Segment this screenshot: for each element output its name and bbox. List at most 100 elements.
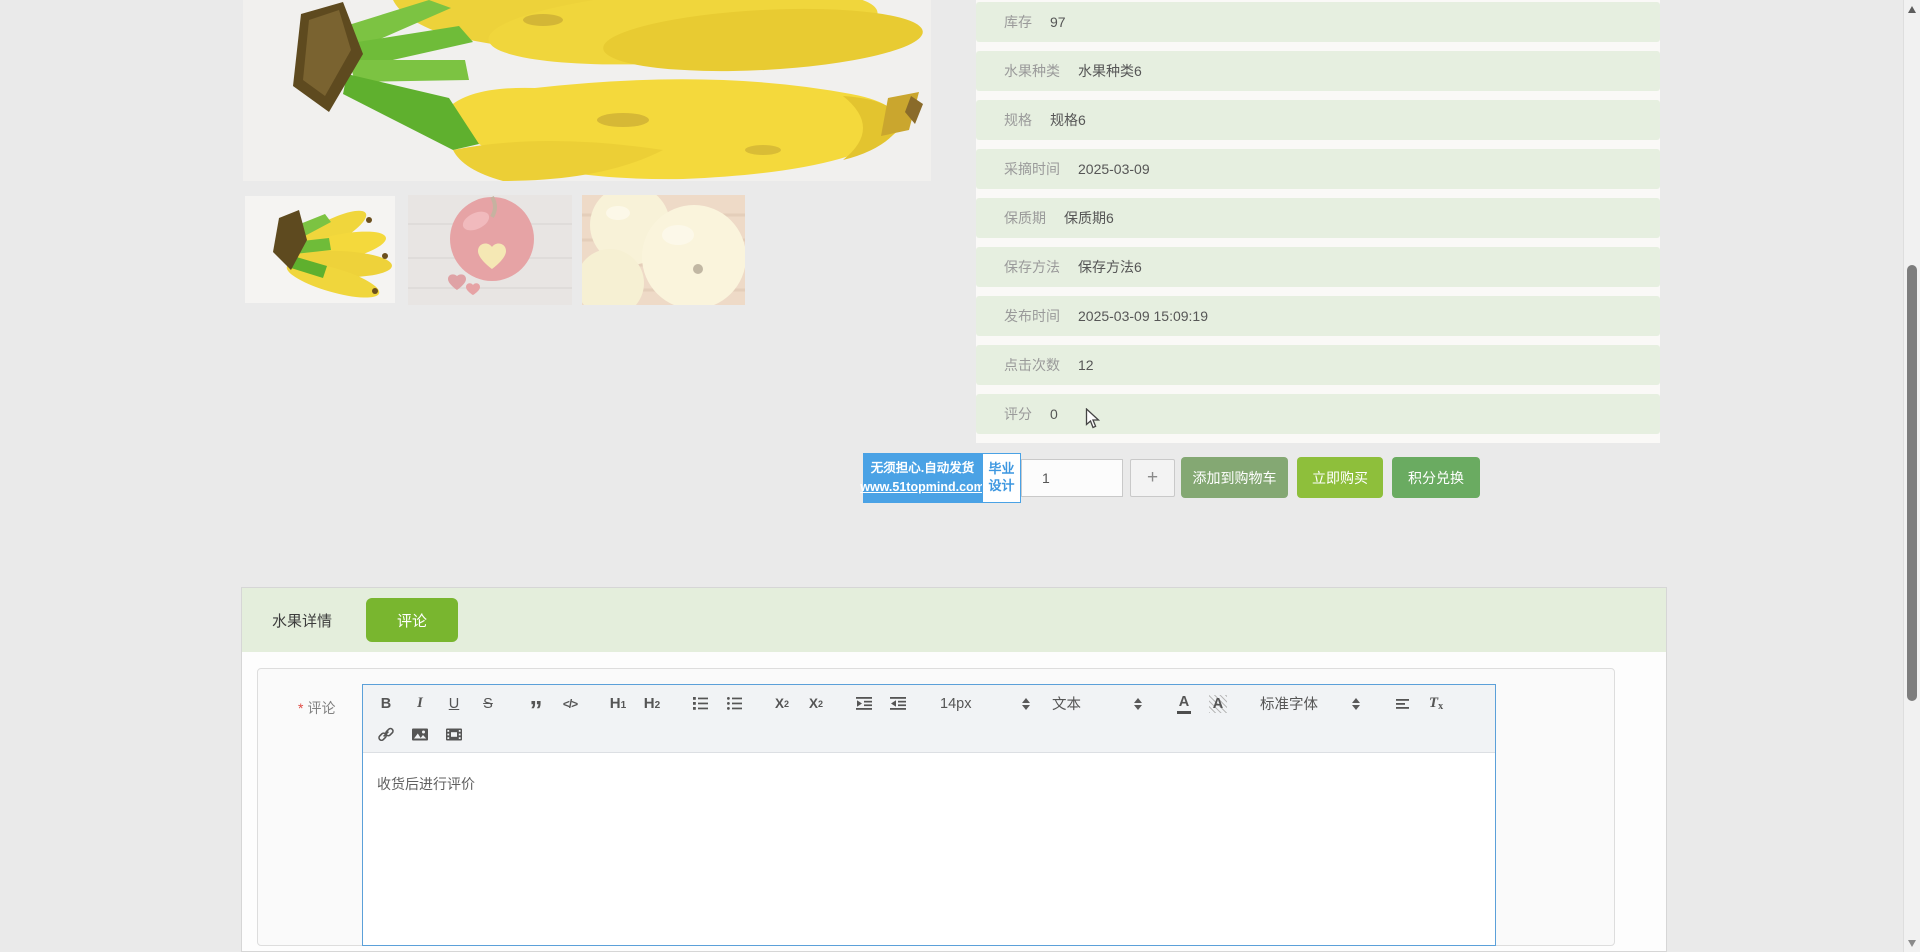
font-color-button[interactable]: A <box>1169 690 1199 717</box>
editor-content-area[interactable]: 收货后进行评价 <box>363 753 1495 948</box>
comment-field-label: *评论 <box>298 698 335 718</box>
text-type-value: 文本 <box>1052 693 1081 714</box>
align-button[interactable] <box>1387 690 1417 717</box>
product-info-table: 库存 97 水果种类 水果种类6 规格 规格6 采摘时间 2025-03-09 … <box>976 0 1660 443</box>
video-icon <box>445 726 463 743</box>
info-value: 2025-03-09 <box>1078 161 1150 177</box>
info-value: 保质期6 <box>1064 208 1114 228</box>
text-type-select[interactable]: 文本 <box>1043 690 1151 717</box>
subscript-button[interactable]: X2 <box>767 690 797 717</box>
info-row-spec: 规格 规格6 <box>976 100 1660 140</box>
info-value: 97 <box>1050 14 1066 30</box>
watermark-banner-link[interactable]: 无须担心.自动发货 www.51topmind.com 毕业 设计 <box>863 453 1021 503</box>
info-row-fruit-type: 水果种类 水果种类6 <box>976 51 1660 91</box>
code-button[interactable]: </> <box>555 690 585 717</box>
font-size-select[interactable]: 14px <box>931 690 1039 717</box>
info-label: 评分 <box>1004 404 1032 424</box>
updown-arrows-icon <box>1352 698 1360 710</box>
watermark-badge: 毕业 设计 <box>982 453 1021 503</box>
tab-comment[interactable]: 评论 <box>366 598 458 642</box>
heading1-button[interactable]: H1 <box>603 690 633 717</box>
color-bar <box>1177 711 1191 714</box>
watermark-line1: 无须担心.自动发货 <box>871 459 974 478</box>
h-letter: H <box>610 695 621 712</box>
info-label: 保存方法 <box>1004 257 1060 277</box>
info-row-rating: 评分 0 <box>976 394 1660 434</box>
align-icon <box>1394 695 1411 712</box>
info-row-pick-date: 采摘时间 2025-03-09 <box>976 149 1660 189</box>
vertical-scrollbar <box>1903 0 1920 952</box>
indent-button[interactable] <box>883 690 913 717</box>
info-label: 规格 <box>1004 110 1032 130</box>
comment-form-panel: *评论 B I U S ” </> H1 H2 <box>257 668 1615 946</box>
strikethrough-button[interactable]: S <box>473 690 503 717</box>
badge-line1: 毕业 <box>988 461 1014 478</box>
blockquote-button[interactable]: ” <box>521 690 551 717</box>
ordered-list-button[interactable] <box>685 690 715 717</box>
bold-button[interactable]: B <box>371 690 401 717</box>
comment-label-text: 评论 <box>307 700 335 716</box>
rich-text-editor: B I U S ” </> H1 H2 <box>362 684 1496 946</box>
info-row-storage: 保存方法 保存方法6 <box>976 247 1660 287</box>
image-button[interactable] <box>405 721 435 748</box>
add-to-cart-button[interactable]: 添加到购物车 <box>1181 457 1288 498</box>
background-color-button[interactable]: A <box>1203 690 1233 717</box>
scrollbar-down-arrow-icon[interactable] <box>1908 940 1916 947</box>
x-letter: X <box>809 696 818 711</box>
editor-toolbar: B I U S ” </> H1 H2 <box>363 685 1495 753</box>
link-button[interactable] <box>371 721 401 748</box>
watermark-url: www.51topmind.com <box>860 478 985 497</box>
tab-bar: 水果详情 评论 <box>242 588 1666 652</box>
updown-arrows-icon <box>1022 698 1030 710</box>
clear-format-button[interactable]: T x <box>1421 690 1451 717</box>
thumbnail-bananas[interactable] <box>245 196 395 303</box>
scrollbar-thumb[interactable] <box>1907 265 1917 701</box>
unordered-list-button[interactable] <box>719 690 749 717</box>
underline-button[interactable]: U <box>439 690 469 717</box>
plus-icon: + <box>1147 467 1158 489</box>
outdent-icon <box>855 695 873 712</box>
clear-t: T <box>1429 695 1438 712</box>
superscript-button[interactable]: X2 <box>801 690 831 717</box>
h1-number: 1 <box>621 700 627 711</box>
info-value: 2025-03-09 15:09:19 <box>1078 308 1208 324</box>
bgcolor-letter: A <box>1213 696 1223 712</box>
info-row-stock: 库存 97 <box>976 2 1660 42</box>
tab-fruit-detail[interactable]: 水果详情 <box>272 610 332 631</box>
link-icon <box>377 726 395 743</box>
indent-icon <box>889 695 907 712</box>
font-family-value: 标准字体 <box>1260 693 1318 714</box>
sup-number: 2 <box>818 699 823 709</box>
buy-now-button[interactable]: 立即购买 <box>1297 457 1383 498</box>
color-letter: A <box>1179 694 1189 710</box>
h-letter: H <box>644 695 655 712</box>
banana-photo-illustration <box>243 0 931 181</box>
info-label: 保质期 <box>1004 208 1046 228</box>
video-button[interactable] <box>439 721 469 748</box>
info-label: 采摘时间 <box>1004 159 1060 179</box>
hatched-background: A <box>1209 695 1227 713</box>
points-exchange-button[interactable]: 积分兑换 <box>1392 457 1480 498</box>
outdent-button[interactable] <box>849 690 879 717</box>
watermark-blue-panel: 无须担心.自动发货 www.51topmind.com <box>863 453 982 503</box>
thumbnail-yellow-apples[interactable] <box>582 195 745 305</box>
italic-button[interactable]: I <box>405 690 435 717</box>
info-row-clicks: 点击次数 12 <box>976 345 1660 385</box>
x-letter: X <box>775 696 784 711</box>
info-value: 0 <box>1050 406 1058 422</box>
font-family-select[interactable]: 标准字体 <box>1251 690 1369 717</box>
heading2-button[interactable]: H2 <box>637 690 667 717</box>
detail-comment-section: 水果详情 评论 *评论 B I U S ” </> H1 H2 <box>241 587 1667 952</box>
quantity-value: 1 <box>1042 470 1050 486</box>
required-mark: * <box>298 700 303 716</box>
info-value: 12 <box>1078 357 1094 373</box>
thumbnail-apple-heart[interactable] <box>408 195 572 305</box>
info-label: 水果种类 <box>1004 61 1060 81</box>
clear-x: x <box>1438 701 1443 712</box>
quantity-input[interactable]: 1 <box>1021 459 1123 497</box>
apple-heart-thumb-illustration <box>408 195 572 305</box>
badge-line2: 设计 <box>988 478 1014 495</box>
quantity-increase-button[interactable]: + <box>1130 459 1175 497</box>
scrollbar-up-arrow-icon[interactable] <box>1908 6 1916 13</box>
font-size-value: 14px <box>940 696 971 712</box>
